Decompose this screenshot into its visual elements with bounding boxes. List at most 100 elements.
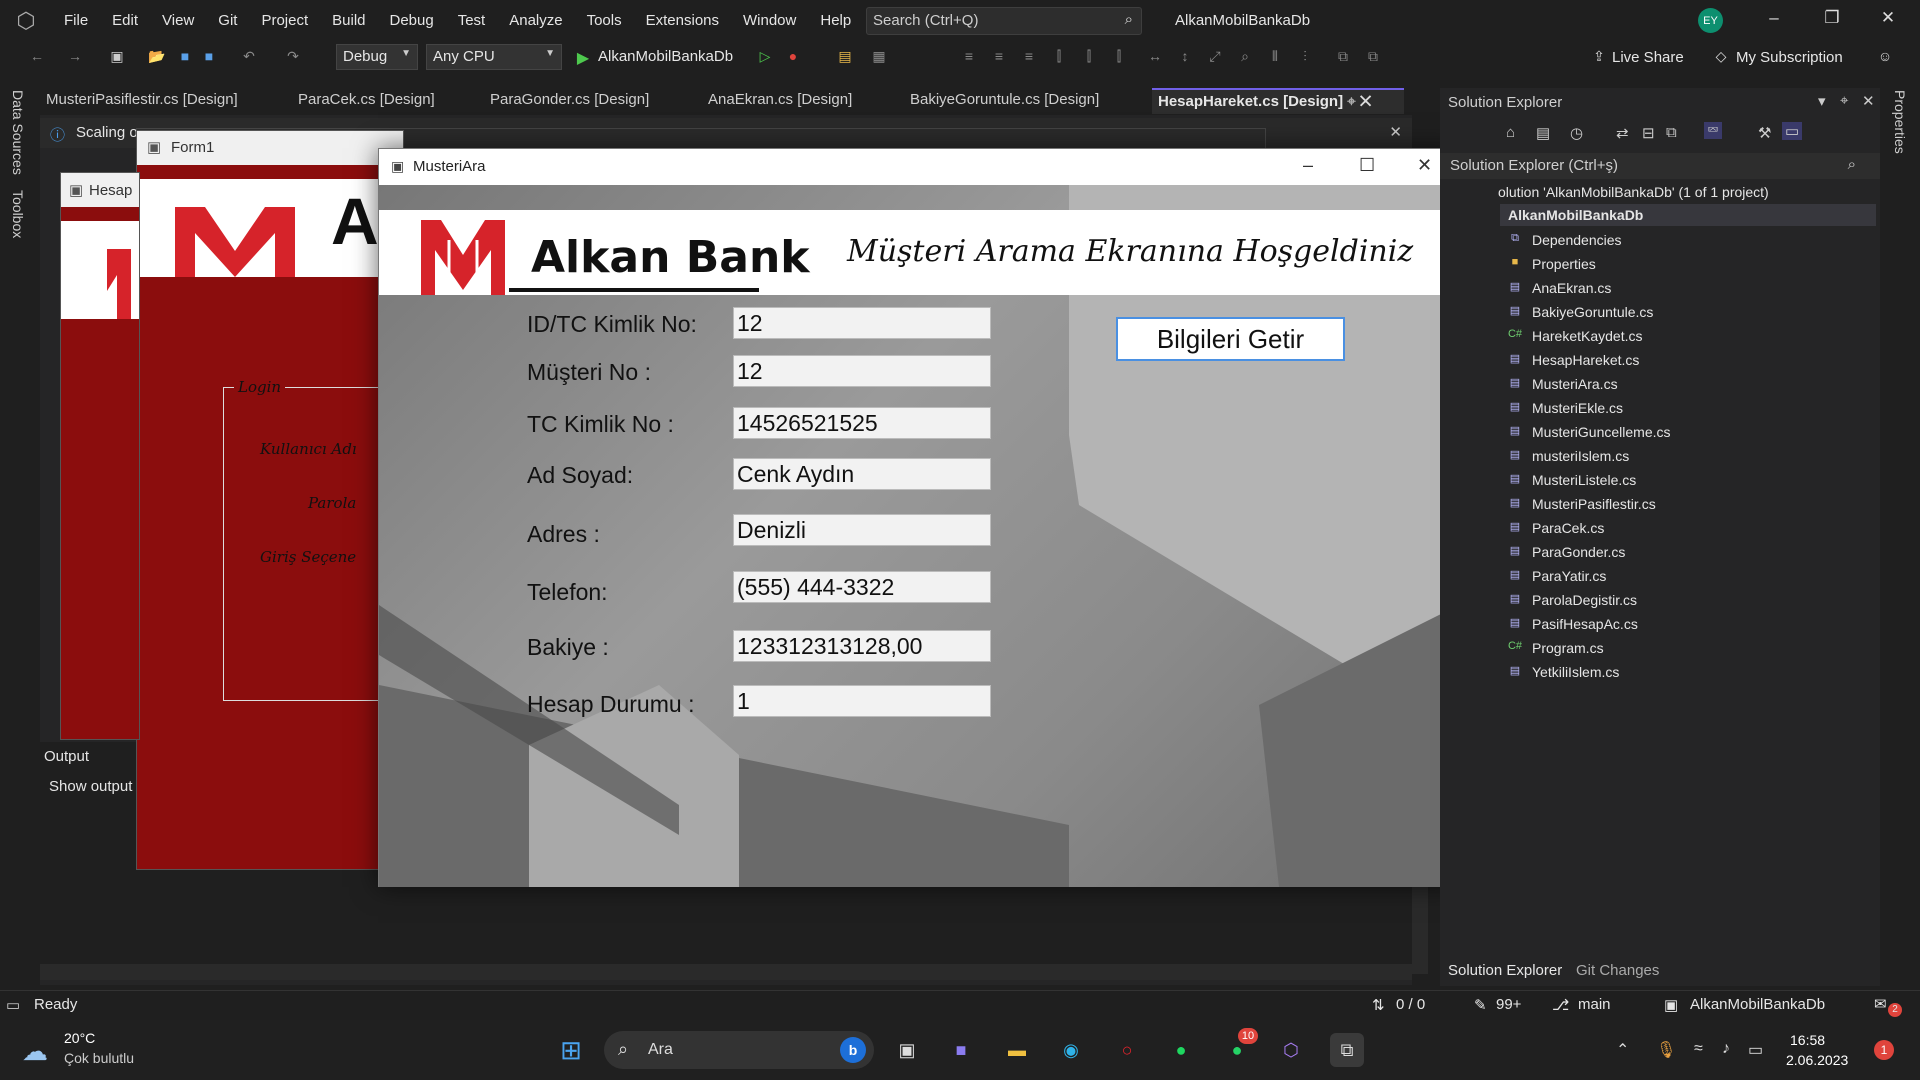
make-same-width-icon[interactable]: ↔ xyxy=(1146,48,1164,66)
new-project-icon[interactable]: ▣ xyxy=(108,48,126,66)
volume-icon[interactable]: ♪ xyxy=(1722,1040,1730,1058)
sync-icon[interactable]: ⇄ xyxy=(1616,124,1629,142)
tree-item-paragonder[interactable]: ▤ ParaGonder.cs xyxy=(1510,544,1626,560)
menu-view[interactable]: View xyxy=(150,0,206,42)
tree-item-musteriara[interactable]: ▤ MusteriAra.cs xyxy=(1510,376,1618,392)
tree-item-dependencies[interactable]: ⧉ Dependencies xyxy=(1511,232,1621,248)
send-back-icon[interactable]: ⧉ xyxy=(1364,48,1382,66)
redo-icon[interactable]: ↷ xyxy=(284,48,302,66)
opera-icon[interactable]: ○ xyxy=(1110,1033,1144,1067)
menu-build[interactable]: Build xyxy=(320,0,377,42)
weather-icon[interactable]: ☁ xyxy=(22,1036,48,1067)
make-same-height-icon[interactable]: ↕ xyxy=(1176,48,1194,66)
tab-close-icon[interactable]: ✕ xyxy=(1360,93,1371,110)
undo-icon[interactable]: ↶ xyxy=(240,48,258,66)
start-debug-icon[interactable]: ▶ xyxy=(574,48,592,67)
wifi-icon[interactable]: ≈ xyxy=(1694,1040,1703,1058)
project-node[interactable]: AlkanMobilBankaDb xyxy=(1500,204,1876,226)
properties-wrench-icon[interactable]: ⚒ xyxy=(1758,124,1771,142)
hot-reload-icon[interactable]: ● xyxy=(784,48,802,66)
bing-icon[interactable]: b xyxy=(840,1037,866,1063)
maximize-icon[interactable]: ☐ xyxy=(1359,155,1375,176)
microphone-icon[interactable]: 🎙 xyxy=(1656,1040,1676,1060)
clock-time[interactable]: 16:58 xyxy=(1790,1032,1825,1048)
menu-tools[interactable]: Tools xyxy=(575,0,634,42)
menu-extensions[interactable]: Extensions xyxy=(634,0,731,42)
save-icon[interactable]: ■ xyxy=(176,48,194,66)
tree-item-musteripasiflestir[interactable]: ▤ MusteriPasiflestir.cs xyxy=(1510,496,1656,512)
filter-icon[interactable]: ⮹ xyxy=(1704,122,1723,139)
tab-paracek[interactable]: ParaCek.cs [Design] xyxy=(292,88,484,114)
menu-file[interactable]: File xyxy=(52,0,100,42)
musteri-no-input[interactable]: 12 xyxy=(733,355,991,387)
teams-chat-icon[interactable]: ■ xyxy=(944,1033,978,1067)
avatar[interactable]: EY xyxy=(1698,8,1723,33)
notifications-icon[interactable]: ✉ xyxy=(1874,995,1887,1013)
solution-search-input[interactable]: Solution Explorer (Ctrl+ş) ⌕ xyxy=(1440,153,1880,179)
maximize-icon[interactable]: ❐ xyxy=(1812,8,1852,34)
tab-solution-explorer[interactable]: Solution Explorer xyxy=(1448,962,1562,979)
visual-studio-taskbar-icon[interactable]: ⬡ xyxy=(1274,1033,1308,1067)
tree-item-parayatir[interactable]: ▤ ParaYatir.cs xyxy=(1510,568,1607,584)
task-view-icon[interactable]: ▣ xyxy=(890,1033,924,1067)
tree-item-hesaphareket[interactable]: ▤ HesapHareket.cs xyxy=(1510,352,1640,368)
menu-test[interactable]: Test xyxy=(446,0,498,42)
close-icon[interactable]: ✕ xyxy=(1862,92,1875,110)
spotify-icon[interactable]: ● xyxy=(1164,1033,1198,1067)
run-target-button[interactable]: AlkanMobilBankaDb xyxy=(598,48,733,65)
tree-item-bakiyegoruntule[interactable]: ▤ BakiyeGoruntule.cs xyxy=(1510,304,1654,320)
menu-git[interactable]: Git xyxy=(206,0,249,42)
subscription-button[interactable]: My Subscription xyxy=(1736,49,1843,66)
align-left-icon[interactable]: ≡ xyxy=(960,48,978,66)
tree-item-properties[interactable]: ■ Properties xyxy=(1512,256,1596,272)
tc-kimlik-input[interactable]: 14526521525 xyxy=(733,407,991,439)
feedback-icon[interactable]: ☺ xyxy=(1876,48,1894,66)
horizontal-scrollbar[interactable] xyxy=(40,964,1412,980)
layout-icon[interactable]: ▦ xyxy=(870,48,888,66)
tree-item-paracek[interactable]: ▤ ParaCek.cs xyxy=(1510,520,1605,536)
tree-item-musteriislem[interactable]: ▤ musteriIslem.cs xyxy=(1510,448,1629,464)
home-icon[interactable]: ⌂ xyxy=(1506,124,1515,141)
file-explorer-icon[interactable]: ▬ xyxy=(1000,1033,1034,1067)
size-to-grid-icon[interactable]: ⤢ xyxy=(1206,48,1224,66)
tree-item-musteriekle[interactable]: ▤ MusteriEkle.cs xyxy=(1510,400,1623,416)
windows-start-icon[interactable]: ⊞ xyxy=(554,1033,588,1067)
collapse-icon[interactable]: ⊟ xyxy=(1642,124,1655,142)
back-icon[interactable]: ← xyxy=(28,48,46,66)
menu-help[interactable]: Help xyxy=(808,0,863,42)
tree-item-program[interactable]: C# Program.cs xyxy=(1508,640,1604,656)
menu-project[interactable]: Project xyxy=(249,0,320,42)
close-icon[interactable]: ✕ xyxy=(1417,155,1432,176)
vertical-spacing-icon[interactable]: ⫶ xyxy=(1296,48,1314,66)
show-all-icon[interactable]: ⧉ xyxy=(1666,124,1677,141)
bring-front-icon[interactable]: ⧉ xyxy=(1334,48,1352,66)
tab-anaekran[interactable]: AnaEkran.cs [Design] xyxy=(702,88,904,114)
tab-paragonder[interactable]: ParaGonder.cs [Design] xyxy=(484,88,702,114)
align-bottom-icon[interactable]: ⫿ xyxy=(1110,48,1128,66)
line-counter[interactable]: 0 / 0 xyxy=(1396,996,1425,1013)
adres-input[interactable]: Denizli xyxy=(733,514,991,546)
tab-bakiyegoruntule[interactable]: BakiyeGoruntule.cs [Design] xyxy=(904,88,1152,114)
zoom-icon[interactable]: ⌕ xyxy=(1236,48,1254,66)
live-share-button[interactable]: Live Share xyxy=(1612,49,1684,66)
folder-icon[interactable]: ▤ xyxy=(836,48,854,66)
tree-item-anaekran[interactable]: ▤ AnaEkran.cs xyxy=(1510,280,1612,296)
edge-icon[interactable]: ◉ xyxy=(1054,1033,1088,1067)
visual-studio-logo-icon[interactable]: ⬡ xyxy=(0,0,52,42)
properties-tab[interactable]: Properties xyxy=(1892,90,1908,154)
pending-edits[interactable]: 99+ xyxy=(1496,996,1521,1013)
switch-views-icon[interactable]: ▤ xyxy=(1536,124,1550,142)
battery-icon[interactable]: ▭ xyxy=(1748,1040,1763,1060)
bakiye-input[interactable]: 123312313128,00 xyxy=(733,630,991,662)
close-icon[interactable]: ✕ xyxy=(1868,8,1908,34)
tree-item-hareketkaydet[interactable]: C# HareketKaydet.cs xyxy=(1508,328,1643,344)
bilgileri-getir-button[interactable]: Bilgileri Getir xyxy=(1116,317,1345,361)
spacing-icon[interactable]: ⫴ xyxy=(1266,48,1284,66)
data-sources-tab[interactable]: Data Sources xyxy=(10,90,26,175)
open-folder-icon[interactable]: 📂 xyxy=(148,48,166,66)
notification-center-badge[interactable]: 1 xyxy=(1874,1040,1894,1060)
platform-dropdown[interactable]: Any CPU ▼ xyxy=(426,44,562,70)
history-icon[interactable]: ◷ xyxy=(1570,124,1583,142)
minimize-icon[interactable]: – xyxy=(1303,155,1313,176)
hesap-durumu-input[interactable]: 1 xyxy=(733,685,991,717)
